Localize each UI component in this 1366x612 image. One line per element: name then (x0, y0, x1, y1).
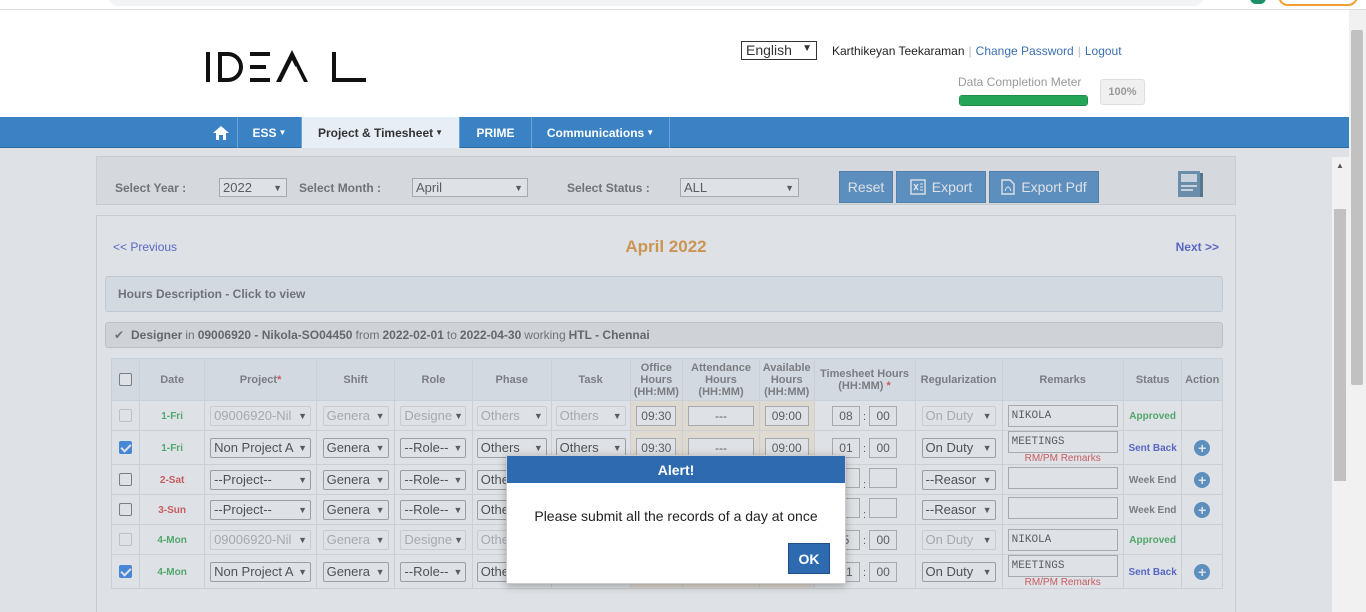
page-scrollbar[interactable] (1349, 10, 1366, 612)
meter-label: Data Completion Meter (958, 75, 1082, 89)
address-bar[interactable] (108, 0, 1204, 6)
inner-scrollbar[interactable]: ▲ (1332, 157, 1349, 612)
nav-communications[interactable]: Communications ▼ (532, 117, 670, 148)
ok-button[interactable]: OK (788, 543, 830, 574)
scroll-up-icon: ▲ (1336, 161, 1344, 170)
data-completion-meter (959, 95, 1088, 106)
home-icon (212, 125, 229, 140)
change-password-link[interactable]: Change Password (976, 44, 1074, 58)
caret-down-icon: ▼ (646, 128, 655, 137)
extension-icon[interactable] (1250, 0, 1266, 4)
browser-top-strip (0, 0, 1366, 10)
browser-profile-button[interactable] (1278, 0, 1358, 6)
user-name: Karthikeyan Teekaraman (832, 44, 965, 58)
inner-scrollbar-thumb[interactable] (1334, 209, 1346, 481)
page-scrollbar-thumb[interactable] (1351, 30, 1363, 385)
meter-percent: 100% (1100, 79, 1145, 105)
caret-down-icon: ▼ (278, 128, 287, 137)
alert-title: Alert! (507, 456, 845, 483)
nav-project-timesheet[interactable]: Project & Timesheet ▼ (302, 117, 460, 148)
ideal-logo (206, 50, 366, 82)
meter-fill (960, 96, 1087, 105)
alert-message: Please submit all the records of a day a… (534, 508, 818, 524)
nav-home[interactable] (204, 117, 238, 148)
user-links: Karthikeyan Teekaraman | Change Password | L… (832, 44, 1122, 58)
logout-link[interactable]: Logout (1085, 44, 1122, 58)
nav-prime[interactable]: PRIME (460, 117, 532, 148)
language-select[interactable]: English ▼ (741, 41, 817, 60)
main-nav: ESS ▼ Project & Timesheet ▼ PRIME Communic… (0, 117, 1349, 148)
caret-down-icon: ▼ (435, 128, 444, 137)
alert-dialog: Alert! Please submit all the records of … (506, 455, 846, 584)
nav-ess[interactable]: ESS ▼ (238, 117, 302, 148)
